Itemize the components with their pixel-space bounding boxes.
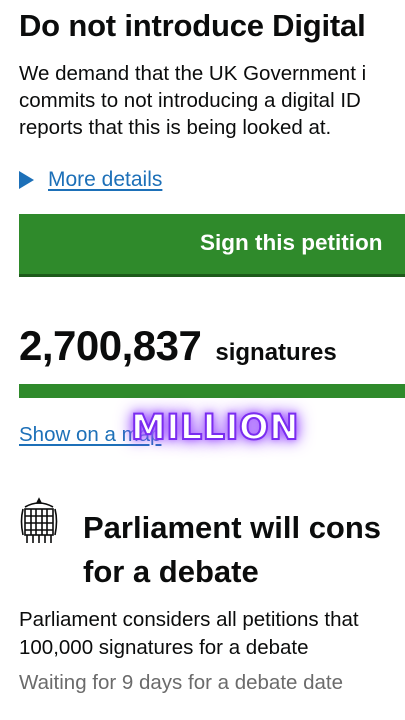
- petition-title: Do not introduce Digital: [19, 8, 366, 43]
- sign-petition-button[interactable]: Sign this petition: [19, 214, 405, 274]
- parliament-heading: Parliament will cons for a debate: [83, 506, 381, 594]
- heading-line: for a debate: [83, 554, 259, 589]
- description-line: Parliament considers all petitions that: [19, 608, 359, 631]
- summary-line: commits to not introducing a digital ID: [19, 89, 361, 112]
- signature-count: 2,700,837: [19, 322, 202, 369]
- more-details-toggle[interactable]: More details: [19, 166, 162, 194]
- portcullis-icon: [20, 497, 58, 543]
- debate-waiting-status: Waiting for 9 days for a debate date: [19, 671, 344, 694]
- summary-line: reports that this is being looked at.: [19, 116, 332, 139]
- sign-petition-label: Sign this petition: [200, 230, 383, 255]
- petition-summary: We demand that the UK Government i commi…: [19, 60, 405, 141]
- signature-label: signatures: [215, 339, 337, 366]
- parliament-description: Parliament considers all petitions that …: [19, 606, 359, 662]
- heading-line: Parliament will cons: [83, 510, 382, 545]
- signature-progress-fill: [19, 384, 405, 398]
- signature-summary: 2,700,837 signatures: [19, 322, 337, 370]
- summary-line: We demand that the UK Government i: [19, 62, 367, 85]
- signature-progress-bar: [19, 384, 405, 398]
- description-line: 100,000 signatures for a debate: [19, 636, 309, 659]
- more-details-link[interactable]: More details: [48, 168, 162, 192]
- triangle-right-icon: [19, 171, 34, 189]
- million-caption-overlay: MILLION: [130, 407, 300, 449]
